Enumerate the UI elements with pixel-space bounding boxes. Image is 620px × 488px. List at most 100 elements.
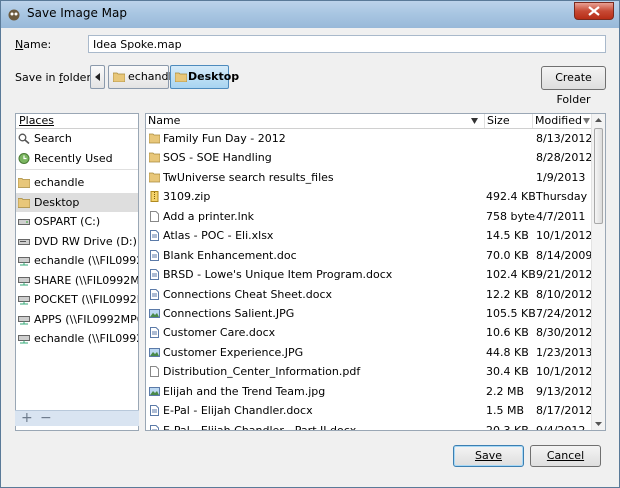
- file-row[interactable]: Customer Experience.JPG 44.8 KB 1/23/2013: [146, 343, 591, 362]
- file-modified: 10/1/2012: [536, 229, 591, 243]
- document-icon: [150, 249, 159, 261]
- title-bar: Save Image Map: [1, 1, 619, 28]
- column-modified[interactable]: Modified: [533, 114, 591, 128]
- file-row[interactable]: BRSD - Lowe's Unique Item Program.docx 10…: [146, 265, 591, 284]
- file-name: SOS - SOE Handling: [163, 151, 272, 165]
- file-row[interactable]: Connections Salient.JPG 105.5 KB 7/24/2012: [146, 304, 591, 323]
- close-icon: [588, 6, 600, 16]
- file-name: 3109.zip: [163, 190, 211, 204]
- file-name: Blank Enhancement.doc: [163, 248, 297, 262]
- place-search[interactable]: Search: [16, 129, 138, 149]
- chevron-left-icon: [95, 73, 100, 81]
- file-row[interactable]: Distribution_Center_Information.pdf 30.4 …: [146, 362, 591, 381]
- file-row[interactable]: E-Pal - Elijah Chandler.docx 1.5 MB 8/17/2…: [146, 401, 591, 420]
- file-row[interactable]: SOS - SOE Handling 8/28/2012: [146, 148, 591, 167]
- document-icon: [150, 269, 159, 281]
- place-label: Recently Used: [34, 151, 113, 165]
- place-network-drive[interactable]: APPS (\\FIL0992MP0...: [16, 310, 138, 330]
- place-label: echandle: [34, 176, 85, 189]
- file-size: 492.4 KB: [486, 190, 536, 204]
- file-name: E-Pal - Elijah Chandler - Part II.docx: [163, 423, 357, 431]
- file-row[interactable]: Customer Care.docx 10.6 KB 8/30/2012: [146, 323, 591, 342]
- image-icon: [149, 386, 160, 396]
- file-row[interactable]: Add a printer.lnk 758 bytes 4/7/2011: [146, 207, 591, 226]
- image-icon: [149, 308, 160, 318]
- sort-down-icon: [583, 118, 590, 124]
- place-echandle[interactable]: echandle: [16, 173, 138, 193]
- file-modified: 4/7/2011: [536, 209, 586, 223]
- column-name[interactable]: Name: [146, 114, 485, 128]
- network-drive-icon: [18, 276, 30, 285]
- places-toolbar: + −: [15, 410, 139, 426]
- place-label: APPS (\\FIL0992MP0...: [34, 312, 138, 326]
- save-button[interactable]: Save: [453, 445, 524, 467]
- document-icon: [150, 288, 159, 300]
- place-desktop[interactable]: Desktop: [16, 192, 138, 212]
- create-folder-button[interactable]: Create Folder: [541, 66, 606, 106]
- file-row[interactable]: 3109.zip 492.4 KB Thursday: [146, 187, 591, 206]
- place-recently-used[interactable]: Recently Used: [16, 149, 138, 169]
- file-modified: 10/1/2012: [536, 365, 591, 379]
- file-modified: 8/14/2009: [536, 248, 591, 262]
- place-label: Search: [34, 132, 72, 145]
- place-label: echandle (\\FIL0992...: [34, 254, 138, 267]
- add-place-button[interactable]: +: [21, 411, 33, 425]
- file-icon: [150, 366, 159, 378]
- remove-place-button[interactable]: −: [40, 411, 52, 425]
- cancel-button[interactable]: Cancel: [530, 445, 601, 467]
- file-size: 758 bytes: [486, 209, 536, 223]
- file-modified: 9/4/2012: [536, 423, 586, 431]
- path-segment-label: Desktop: [188, 70, 240, 83]
- place-network-drive[interactable]: echandle (\\FIL0992...: [16, 251, 138, 271]
- file-row[interactable]: Family Fun Day - 2012 8/13/2012: [146, 129, 591, 148]
- document-icon: [150, 424, 159, 430]
- file-row[interactable]: TwUniverse search results_files 1/9/2013: [146, 168, 591, 187]
- file-row[interactable]: Blank Enhancement.doc 70.0 KB 8/14/2009: [146, 246, 591, 265]
- place-network-drive[interactable]: echandle (\\FIL0992...: [16, 329, 138, 349]
- place-network-drive[interactable]: SHARE (\\FIL0992MP...: [16, 271, 138, 291]
- close-button[interactable]: [574, 2, 614, 20]
- place-network-drive[interactable]: POCKET (\\FIL0992M...: [16, 290, 138, 310]
- sort-down-icon: [471, 118, 478, 124]
- file-modified: 9/13/2012: [536, 384, 591, 398]
- file-name: Distribution_Center_Information.pdf: [163, 365, 361, 379]
- file-name: TwUniverse search results_files: [163, 170, 334, 184]
- dvd-icon: [18, 238, 30, 245]
- file-list-header: Name Size Modified: [146, 114, 591, 129]
- file-size: 30.4 KB: [486, 365, 529, 379]
- document-icon: [150, 230, 159, 242]
- file-name: E-Pal - Elijah Chandler.docx: [163, 404, 313, 418]
- file-list-scrollbar[interactable]: [591, 114, 605, 430]
- file-row[interactable]: E-Pal - Elijah Chandler - Part II.docx 20…: [146, 421, 591, 431]
- file-size: 44.8 KB: [486, 345, 529, 359]
- column-size-label: Size: [487, 114, 510, 127]
- network-drive-icon: [18, 257, 30, 266]
- file-modified: 8/28/2012: [536, 151, 591, 165]
- file-row[interactable]: Atlas - POC - Eli.xlsx 14.5 KB 10/1/2012: [146, 226, 591, 245]
- file-row[interactable]: Connections Cheat Sheet.docx 12.2 KB 8/10/…: [146, 285, 591, 304]
- filename-input[interactable]: [88, 35, 606, 53]
- file-size: 14.5 KB: [486, 229, 529, 243]
- place-dvd-drive[interactable]: DVD RW Drive (D:): [16, 232, 138, 252]
- path-segment-echandle[interactable]: echandle: [108, 65, 178, 89]
- network-drive-icon: [18, 335, 30, 344]
- file-name: Connections Cheat Sheet.docx: [163, 287, 333, 301]
- place-label: SHARE (\\FIL0992MP...: [34, 273, 138, 287]
- file-name: Connections Salient.JPG: [163, 306, 295, 320]
- scroll-down-icon[interactable]: [595, 422, 602, 426]
- file-name: Customer Experience.JPG: [163, 345, 304, 359]
- place-ospart-c[interactable]: OSPART (C:): [16, 212, 138, 232]
- column-size[interactable]: Size: [485, 114, 533, 128]
- scroll-up-icon[interactable]: [595, 118, 602, 122]
- file-size: 105.5 KB: [486, 306, 536, 320]
- path-back-button[interactable]: [90, 65, 105, 89]
- file-name: Atlas - POC - Eli.xlsx: [163, 229, 274, 243]
- places-header[interactable]: Places: [16, 114, 138, 129]
- document-icon: [150, 327, 159, 339]
- path-segment-desktop[interactable]: Desktop: [170, 65, 239, 89]
- file-list: Name Size Modified Family Fun Day - 2012…: [145, 113, 606, 431]
- file-row[interactable]: Elijah and the Trend Team.jpg 2.2 MB 9/13/…: [146, 382, 591, 401]
- scrollbar-thumb[interactable]: [594, 128, 603, 224]
- file-name: Customer Care.docx: [163, 326, 276, 340]
- name-label: Name:: [15, 38, 52, 51]
